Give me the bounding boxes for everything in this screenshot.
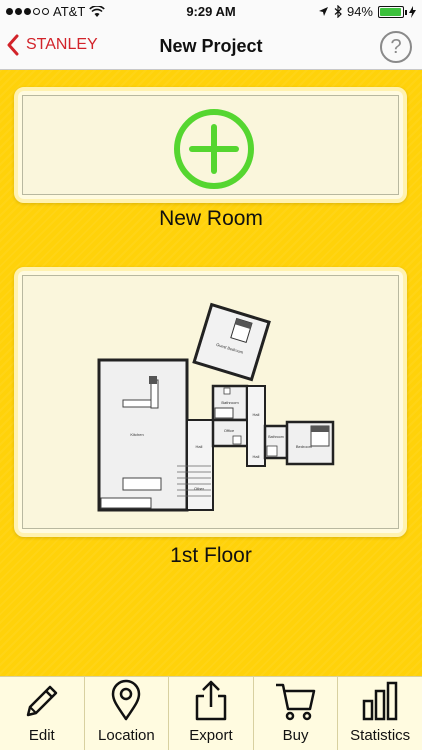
room-label-hall: Hall [196,444,203,449]
buy-tab[interactable]: Buy [254,677,339,750]
location-arrow-icon [318,7,328,16]
status-bar: AT&T 9:29 AM 94% [0,0,422,24]
pencil-icon [26,685,58,717]
cart-icon [275,683,315,721]
charging-bolt-icon [409,5,416,18]
navigation-bar: STANLEY New Project ? [0,24,422,70]
guest-bedroom-room: Guest Bedroom [192,302,271,382]
edit-tab[interactable]: Edit [0,677,85,750]
room-label-hall-3: Hall [253,454,260,459]
new-room-card[interactable] [14,87,407,203]
floor-plan-thumbnail: Guest Bedroom Kitchen Hall Other Bathroo… [97,302,335,512]
room-label-other: Other [194,486,205,491]
add-circle-icon [174,109,254,189]
export-tab-label: Export [189,727,233,744]
location-pin-icon [112,679,141,721]
status-right: 94% [318,4,416,19]
new-room-label[interactable]: New Room [0,207,422,231]
floor-label[interactable]: 1st Floor [0,544,422,568]
room-label-bathroom-2: Bathroom [268,435,284,439]
statistics-tab-label: Statistics [350,727,411,744]
buy-tab-label: Buy [282,727,309,744]
share-icon [195,680,227,721]
bar-chart-icon [362,681,398,721]
battery-percent: 94% [346,4,373,19]
help-button[interactable]: ? [380,31,412,63]
location-tab-label: Location [98,727,155,744]
export-tab[interactable]: Export [169,677,254,750]
room-label-hall-2: Hall [253,412,260,417]
tab-bar: Edit Location Export Buy Statistics [0,676,422,750]
bluetooth-icon [334,5,342,18]
room-label-bedroom: Bedroom [296,444,313,449]
room-label-kitchen: Kitchen [130,432,143,437]
battery-icon [378,5,407,18]
page-title: New Project [159,36,263,56]
room-label-office: Office [224,428,235,433]
edit-tab-label: Edit [28,727,55,744]
room-label-bathroom: Bathroom [221,400,239,405]
floor-card[interactable]: Guest Bedroom Kitchen Hall Other Bathroo… [14,267,407,537]
location-tab[interactable]: Location [85,677,170,750]
statistics-tab[interactable]: Statistics [338,677,422,750]
